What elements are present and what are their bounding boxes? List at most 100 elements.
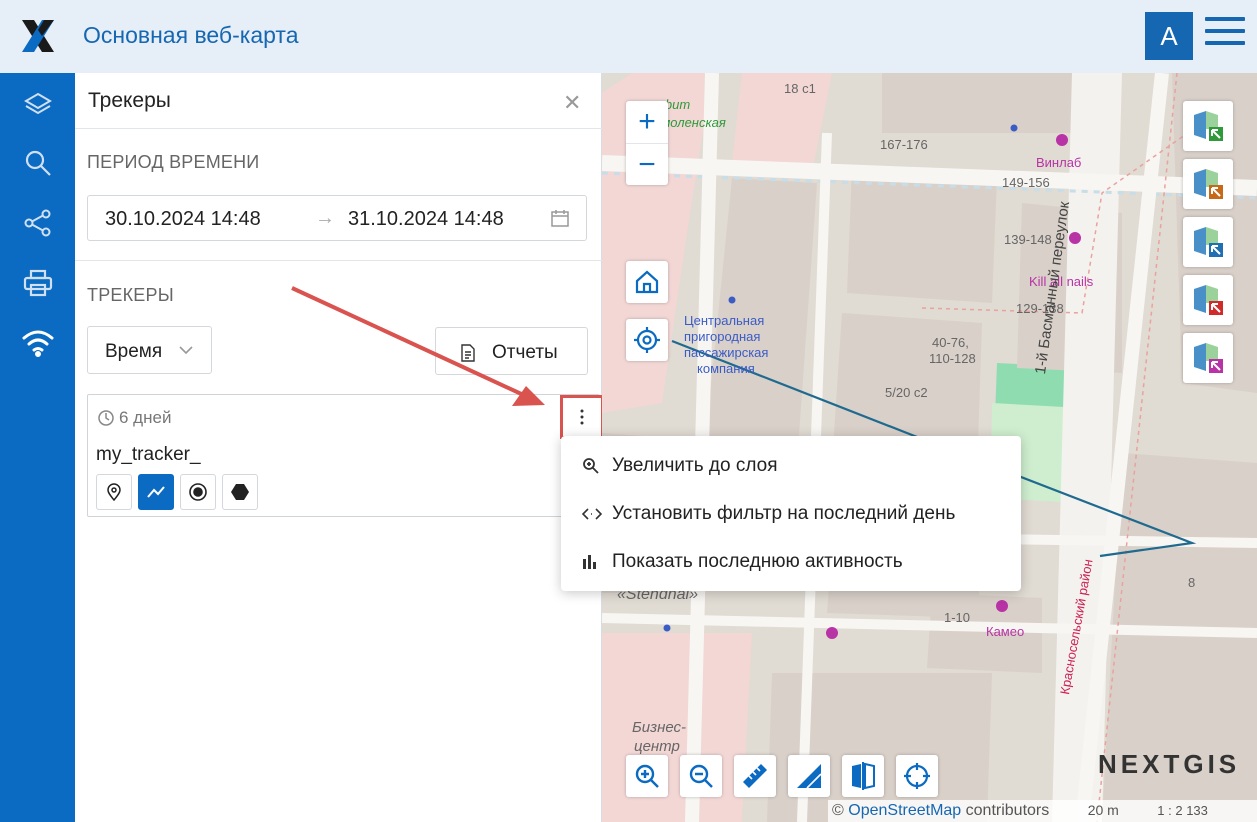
map-label: 40-76,	[932, 335, 969, 350]
zoom-out-tool-button[interactable]	[680, 755, 722, 797]
map-label: 149-156	[1002, 175, 1050, 190]
basemap-switch-4[interactable]	[1183, 275, 1233, 325]
sort-select-value: Время	[105, 341, 163, 362]
basemap-switch-5[interactable]	[1183, 333, 1233, 383]
map-label: центр	[634, 738, 680, 755]
basemap-icon	[1194, 285, 1223, 315]
user-avatar[interactable]: A	[1145, 12, 1193, 60]
nextgis-brand: NEXTGIS	[1098, 749, 1241, 779]
map-attribution: © OpenStreetMap contributors 20 m 1 : 2 …	[828, 800, 1257, 822]
menu-item-label: Увеличить до слоя	[612, 455, 778, 476]
calendar-icon[interactable]	[550, 208, 570, 228]
zoom-controls: + −	[626, 101, 668, 185]
tracker-context-menu: Увеличить до слоя Установить фильтр на п…	[561, 436, 1021, 591]
map-label: Центральная	[684, 313, 765, 328]
basemap-switch-2[interactable]	[1183, 159, 1233, 209]
trackers-panel: Трекеры ✕ ПЕРИОД ВРЕМЕНИ 30.10.2024 14:4…	[75, 73, 604, 822]
map-label: Бизнес-	[632, 719, 687, 736]
more-actions-button[interactable]	[560, 395, 604, 439]
menu-item-filter-last-day[interactable]: Установить фильтр на последний день	[561, 491, 1021, 537]
map-label: 8	[1188, 575, 1196, 590]
map-label: компания	[697, 361, 755, 376]
map-label: 167-176	[880, 137, 928, 152]
tracker-card[interactable]: 6 дней my_tracker_	[87, 394, 604, 517]
polygon-icon[interactable]	[222, 474, 258, 510]
map-label: 18 c1	[784, 81, 816, 96]
date-end[interactable]: 31.10.2024 14:48	[348, 208, 504, 231]
divider	[75, 128, 602, 129]
tracker-duration: 6 дней	[97, 408, 171, 428]
zoom-in-button[interactable]: +	[626, 101, 668, 143]
measure-distance-button[interactable]	[734, 755, 776, 797]
menu-item-last-activity[interactable]: Показать последнюю активность	[561, 539, 1021, 585]
map-label: Винлаб	[1036, 155, 1082, 170]
menu-item-label: Установить фильтр на последний день	[612, 503, 956, 524]
date-start[interactable]: 30.10.2024 14:48	[105, 208, 261, 231]
line-icon[interactable]	[138, 474, 174, 510]
map-label: 1-10	[944, 610, 971, 625]
share-icon[interactable]	[18, 203, 58, 243]
map-label: пригородная	[684, 329, 761, 344]
tracker-name: my_tracker_	[96, 444, 201, 465]
menu-item-label: Показать последнюю активность	[612, 551, 903, 572]
home-button[interactable]	[626, 261, 668, 303]
tracker-duration-text: 6 дней	[119, 408, 172, 427]
date-range-picker[interactable]: 30.10.2024 14:48 → 31.10.2024 14:48	[87, 195, 587, 241]
wifi-icon[interactable]	[18, 322, 58, 362]
menu-item-zoom-to-layer[interactable]: Увеличить до слоя	[561, 443, 1021, 489]
zoom-out-button[interactable]: −	[626, 143, 668, 185]
basemap-switch-1[interactable]	[1183, 101, 1233, 151]
scale-ratio: 1 : 2 133	[1157, 803, 1208, 818]
sort-select[interactable]: Время	[87, 326, 212, 374]
bar-chart-icon	[583, 555, 596, 569]
divider	[75, 260, 602, 261]
swipe-button[interactable]	[842, 755, 884, 797]
basemap-icon	[1194, 111, 1223, 141]
map-label: пассажирская	[684, 345, 769, 360]
app-title: Основная веб-карта	[83, 22, 299, 48]
zoom-layer-icon	[583, 458, 599, 474]
crosshair-icon	[904, 763, 930, 789]
layers-icon[interactable]	[18, 85, 58, 125]
search-icon[interactable]	[18, 143, 58, 183]
identify-button[interactable]	[896, 755, 938, 797]
basemap-icon	[1194, 343, 1223, 373]
reports-button[interactable]: Отчеты	[435, 327, 588, 375]
swipe-icon	[852, 762, 875, 790]
side-rail	[0, 73, 75, 822]
osm-link[interactable]: OpenStreetMap	[848, 802, 961, 819]
points-icon[interactable]	[96, 474, 132, 510]
basemap-switch-3[interactable]	[1183, 217, 1233, 267]
basemap-icon	[1194, 169, 1223, 199]
measure-area-button[interactable]	[788, 755, 830, 797]
locate-button[interactable]	[626, 319, 668, 361]
close-icon[interactable]: ✕	[563, 90, 581, 116]
attribution-prefix: ©	[832, 802, 844, 819]
zoom-in-tool-button[interactable]	[626, 755, 668, 797]
trackers-label: ТРЕКЕРЫ	[87, 285, 174, 305]
map-label: 5/20 c2	[885, 385, 928, 400]
nextgis-logo-icon[interactable]	[18, 16, 58, 56]
ruler-icon	[743, 764, 767, 788]
chevron-down-icon	[179, 346, 193, 355]
locate-icon	[634, 327, 660, 353]
attribution-suffix: contributors	[965, 802, 1050, 819]
map-label: 110-128	[929, 351, 976, 366]
kebab-icon	[580, 409, 584, 425]
period-label: ПЕРИОД ВРЕМЕНИ	[87, 152, 260, 172]
panel-title: Трекеры	[88, 89, 171, 112]
area-icon	[797, 764, 822, 789]
zoom-out-icon	[689, 764, 713, 788]
basemap-icon	[1194, 227, 1223, 257]
last-point-icon[interactable]	[180, 474, 216, 510]
clock-icon	[98, 410, 114, 426]
print-icon[interactable]	[18, 263, 58, 303]
date-separator-icon: →	[315, 207, 335, 229]
map-label: Камео	[986, 624, 1025, 639]
hamburger-menu-icon[interactable]	[1205, 17, 1245, 53]
report-icon	[461, 344, 475, 362]
map-label: 139-148	[1004, 232, 1052, 247]
scale-bar: 20 m	[1087, 802, 1119, 818]
app-header: Основная веб-карта A	[0, 0, 1257, 73]
filter-range-icon	[582, 508, 602, 520]
